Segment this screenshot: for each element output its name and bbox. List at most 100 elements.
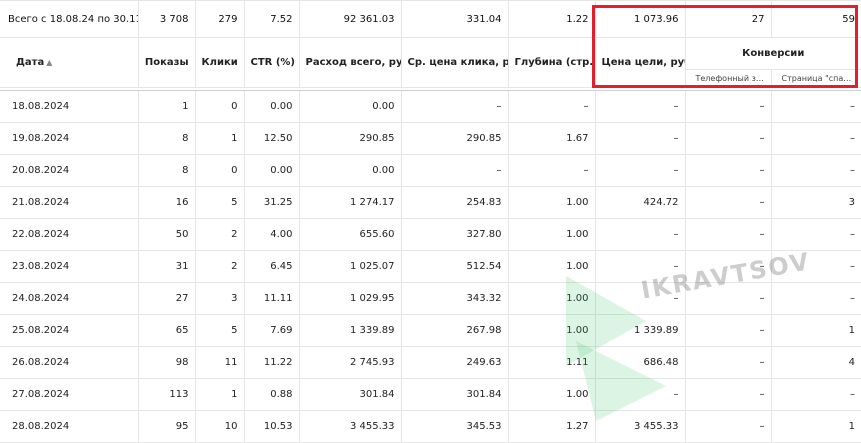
cell-avg-cpc: 254.83: [400, 186, 509, 219]
cell-clicks: 1: [194, 122, 245, 155]
column-header-impressions[interactable]: Показы: [137, 37, 196, 88]
cell-impressions: 95: [137, 410, 196, 443]
table-row[interactable]: 22.08.2024 50 2 4.00 655.60 327.80 1.00– – –: [0, 218, 861, 251]
cell-impressions: 8: [137, 122, 196, 155]
cell-conv-phone: –: [684, 282, 772, 315]
cell-goal-price: –: [594, 122, 686, 155]
cell-impressions: 50: [137, 218, 196, 251]
cell-ctr: 11.22: [243, 346, 300, 379]
column-header-date[interactable]: Дата ▲: [0, 37, 139, 88]
cell-ctr: 10.53: [243, 410, 300, 443]
cell-date: 22.08.2024: [0, 218, 139, 251]
cell-goal-price: 424.72: [594, 186, 686, 219]
cell-conv-thanks: –: [770, 282, 861, 315]
column-header-ctr[interactable]: CTR (%): [243, 37, 300, 88]
table-body: 18.08.2024 1 0 0.00 0.00– – – – –19.08.2024 8 1 12.…: [0, 90, 861, 443]
cell-goal-price: –: [594, 90, 686, 123]
cell-impressions: 8: [137, 154, 196, 187]
cell-avg-cpc: 301.84: [400, 378, 509, 411]
cell-conv-phone: –: [684, 410, 772, 443]
column-header-clicks[interactable]: Клики: [194, 37, 245, 88]
column-header-spend[interactable]: Расход всего, руб.: [298, 37, 402, 88]
cell-avg-cpc: 290.85: [400, 122, 509, 155]
cell-date: 23.08.2024: [0, 250, 139, 283]
cell-avg-cpc: 249.63: [400, 346, 509, 379]
cell-ctr: 0.88: [243, 378, 300, 411]
column-header-date-label: Дата: [16, 57, 45, 68]
table-row[interactable]: 23.08.2024 31 2 6.45 1 025.07 512.54 1.00– – –: [0, 250, 861, 283]
totals-impressions: 3 708: [137, 0, 196, 38]
cell-spend: 0.00: [298, 90, 402, 123]
cell-date: 24.08.2024: [0, 282, 139, 315]
table-row[interactable]: 21.08.2024 16 5 31.25 1 274.17 254.83 1.00 424.…: [0, 186, 861, 219]
column-header-goal-price[interactable]: Цена цели, руб.: [594, 37, 686, 88]
column-header-depth[interactable]: Глубина (стр.): [507, 37, 596, 88]
cell-date: 27.08.2024: [0, 378, 139, 411]
cell-avg-cpc: 327.80: [400, 218, 509, 251]
cell-spend: 3 455.33: [298, 410, 402, 443]
table-row[interactable]: 26.08.2024 98 11 11.22 2 745.93 249.63 1.11 686…: [0, 346, 861, 379]
cell-conv-thanks: 1: [770, 410, 861, 443]
column-header-avg-cpc[interactable]: Ср. цена клика, руб.: [400, 37, 509, 88]
cell-spend: 1 339.89: [298, 314, 402, 347]
cell-conv-phone: –: [684, 218, 772, 251]
table-row[interactable]: 18.08.2024 1 0 0.00 0.00– – – – –: [0, 90, 861, 123]
cell-date: 26.08.2024: [0, 346, 139, 379]
table-row[interactable]: 27.08.2024 113 1 0.88 301.84 301.84 1.00– – –: [0, 378, 861, 411]
cell-clicks: 10: [194, 410, 245, 443]
cell-spend: 1 274.17: [298, 186, 402, 219]
totals-label: Всего с 18.08.24 по 30.11.24: [0, 0, 139, 38]
cell-goal-price: –: [594, 218, 686, 251]
cell-conv-phone: –: [684, 314, 772, 347]
cell-clicks: 5: [194, 314, 245, 347]
cell-depth: 1.00: [507, 218, 596, 251]
cell-depth: 1.11: [507, 346, 596, 379]
column-header-conv-thanks[interactable]: Страница "спас...: [770, 69, 861, 88]
totals-ctr: 7.52: [243, 0, 300, 38]
cell-spend: 2 745.93: [298, 346, 402, 379]
cell-impressions: 113: [137, 378, 196, 411]
cell-depth: 1.00: [507, 282, 596, 315]
cell-goal-price: 3 455.33: [594, 410, 686, 443]
cell-impressions: 65: [137, 314, 196, 347]
cell-ctr: 12.50: [243, 122, 300, 155]
cell-clicks: 1: [194, 378, 245, 411]
cell-conv-thanks: –: [770, 250, 861, 283]
cell-ctr: 31.25: [243, 186, 300, 219]
cell-avg-cpc: 512.54: [400, 250, 509, 283]
cell-goal-price: 686.48: [594, 346, 686, 379]
cell-ctr: 11.11: [243, 282, 300, 315]
table-row[interactable]: 24.08.2024 27 3 11.11 1 029.95 343.32 1.00– – –: [0, 282, 861, 315]
sort-ascending-icon[interactable]: ▲: [46, 58, 52, 67]
cell-goal-price: –: [594, 250, 686, 283]
totals-depth: 1.22: [507, 0, 596, 38]
table-row[interactable]: 19.08.2024 8 1 12.50 290.85 290.85 1.67– – –: [0, 122, 861, 155]
cell-conv-phone: –: [684, 250, 772, 283]
column-header-conv-phone[interactable]: Телефонный зв...: [685, 69, 772, 88]
cell-avg-cpc: –: [400, 154, 509, 187]
cell-impressions: 16: [137, 186, 196, 219]
totals-avg-cpc: 331.04: [400, 0, 509, 38]
totals-conv-thanks: 59: [770, 0, 861, 38]
cell-date: 19.08.2024: [0, 122, 139, 155]
cell-depth: 1.27: [507, 410, 596, 443]
table-row[interactable]: 28.08.2024 95 10 10.53 3 455.33 345.53 1.27 3 4…: [0, 410, 861, 443]
cell-goal-price: –: [594, 282, 686, 315]
table-row[interactable]: 20.08.2024 8 0 0.00 0.00– – – – –: [0, 154, 861, 187]
cell-ctr: 0.00: [243, 154, 300, 187]
cell-impressions: 31: [137, 250, 196, 283]
cell-conv-phone: –: [684, 186, 772, 219]
cell-clicks: 0: [194, 90, 245, 123]
cell-conv-phone: –: [684, 154, 772, 187]
table-row[interactable]: 25.08.2024 65 5 7.69 1 339.89 267.98 1.00 1 339…: [0, 314, 861, 347]
cell-conv-thanks: –: [770, 122, 861, 155]
column-group-conversions: Конверсии: [684, 37, 861, 70]
header-row: Дата ▲ Показы Клики CTR (%) Расход всего,…: [0, 37, 861, 88]
cell-depth: –: [507, 154, 596, 187]
cell-conv-phone: –: [684, 122, 772, 155]
cell-spend: 655.60: [298, 218, 402, 251]
totals-row: Всего с 18.08.24 по 30.11.24 3 708 279 7…: [0, 0, 861, 38]
cell-impressions: 98: [137, 346, 196, 379]
cell-avg-cpc: –: [400, 90, 509, 123]
cell-impressions: 1: [137, 90, 196, 123]
